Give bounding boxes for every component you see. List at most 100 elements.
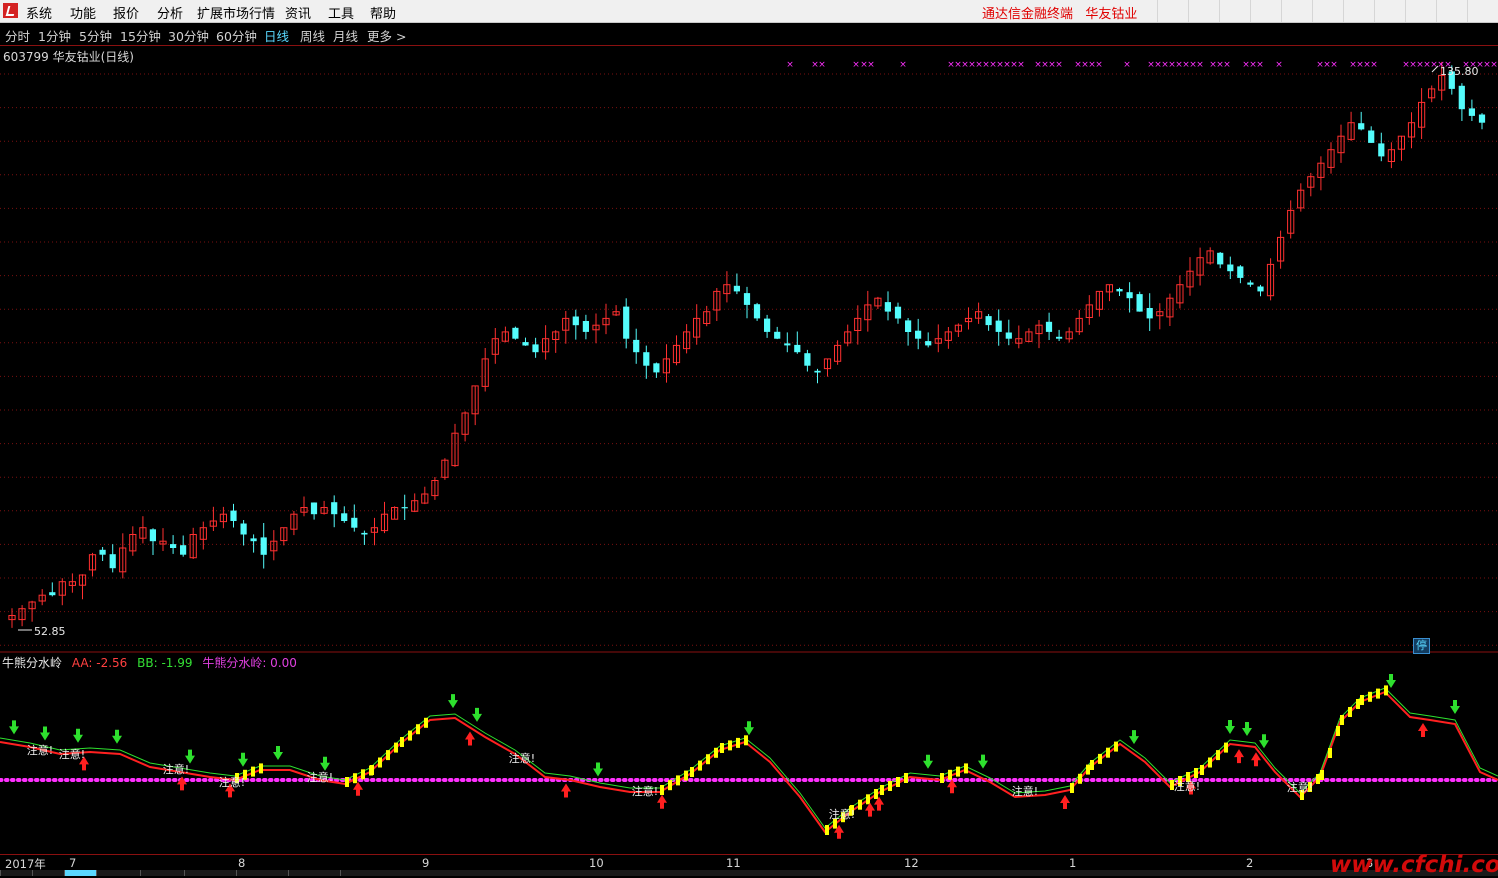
trend-bar	[1090, 760, 1094, 770]
trend-bar	[964, 763, 968, 774]
bottom-tab[interactable]	[340, 870, 373, 876]
signal-cross: ×	[852, 60, 860, 70]
up-arrow-icon	[834, 824, 844, 839]
period-intraday[interactable]: 分时	[5, 26, 30, 45]
control-button[interactable]	[1343, 0, 1374, 22]
menu-help[interactable]: 帮助	[370, 3, 396, 22]
candle-up	[1095, 290, 1104, 310]
control-button[interactable]	[1250, 0, 1281, 22]
trend-bar	[874, 789, 878, 799]
menu-info[interactable]: 资讯	[285, 3, 311, 22]
candle-down	[653, 363, 660, 373]
candle-down	[794, 344, 801, 353]
menu-system[interactable]: 系统	[26, 3, 52, 22]
control-button[interactable]	[1467, 0, 1498, 22]
trend-bar	[400, 737, 404, 747]
candle-down	[623, 306, 630, 339]
indicator-aa-value: AA: -2.56	[71, 656, 128, 670]
candle-up	[934, 338, 942, 344]
candle-up	[78, 574, 87, 586]
menu-extended-market[interactable]: 扩展市场行情	[197, 3, 275, 22]
candle-up	[219, 513, 228, 523]
signal-cross: ×	[1055, 60, 1063, 70]
up-arrow-icon	[561, 783, 571, 798]
period-daily[interactable]: 日线	[264, 26, 289, 45]
down-arrow-icon	[1242, 722, 1252, 737]
period-5min[interactable]: 5分钟	[79, 26, 112, 45]
control-button[interactable]	[1374, 0, 1405, 22]
signal-cross: ×	[1088, 60, 1096, 70]
notice-label: 注意!	[509, 751, 535, 765]
signal-cross: ×	[1363, 60, 1371, 70]
bottom-tab[interactable]	[32, 870, 65, 876]
divider	[0, 45, 1498, 46]
bottom-tab[interactable]	[0, 870, 33, 876]
signal-cross: ×	[1349, 60, 1357, 70]
period-1min[interactable]: 1分钟	[38, 26, 71, 45]
bottom-tab[interactable]	[288, 870, 321, 876]
control-button[interactable]	[1157, 0, 1188, 22]
down-arrow-icon	[1386, 674, 1396, 688]
down-arrow-icon	[238, 752, 248, 767]
trend-bar	[345, 777, 349, 787]
bottom-tab-active[interactable]	[64, 870, 97, 876]
candle-down	[331, 502, 338, 515]
bottom-tab[interactable]	[96, 870, 129, 876]
menu-quote[interactable]: 报价	[113, 3, 139, 22]
candle-up	[662, 358, 670, 374]
menu-analysis[interactable]: 分析	[157, 3, 183, 22]
candle-up	[1085, 304, 1093, 318]
trend-bar	[1186, 772, 1190, 782]
candle-up	[129, 534, 137, 552]
bottom-tab[interactable]	[236, 870, 269, 876]
candle-up	[1428, 88, 1436, 99]
trend-bar	[353, 773, 357, 784]
control-button[interactable]	[1436, 0, 1467, 22]
period-more[interactable]: 更多 >	[367, 26, 406, 45]
bottom-tab[interactable]	[140, 870, 173, 876]
bottom-tab[interactable]	[184, 870, 217, 876]
control-button[interactable]	[1188, 0, 1219, 22]
candle-up	[431, 480, 439, 497]
control-button[interactable]	[1312, 0, 1343, 22]
period-monthly[interactable]: 月线	[333, 26, 358, 45]
signal-cross: ×	[1409, 60, 1417, 70]
up-arrow-icon	[353, 781, 363, 796]
candle-down	[99, 549, 106, 555]
signal-cross: ×	[961, 60, 969, 70]
indicator-name[interactable]: 牛熊分水岭	[2, 656, 62, 670]
candle-down	[1045, 321, 1053, 332]
candle-up	[38, 594, 46, 602]
down-arrow-icon	[9, 720, 19, 735]
trend-bar	[408, 730, 412, 741]
trend-bar	[880, 785, 884, 795]
control-button[interactable]	[1405, 0, 1436, 22]
period-weekly[interactable]: 周线	[300, 26, 325, 45]
signal-cross: ×	[1275, 60, 1283, 70]
candle-down	[250, 538, 257, 542]
period-60min[interactable]: 60分钟	[216, 26, 257, 45]
control-button[interactable]	[1219, 0, 1250, 22]
trend-bar	[1328, 748, 1332, 758]
signal-cross: ×	[818, 60, 826, 70]
chart-title: 603799 华友钴业(日线)	[3, 50, 134, 64]
candlestick-chart[interactable]: × × × × × × × × × × × × × × × × × × × × × × × × × × × × × × × × × × × × × × × ×…	[0, 0, 1498, 876]
window-controls	[1157, 0, 1498, 22]
watermark: www.cfchi.com	[1330, 852, 1498, 878]
menu-tools[interactable]: 工具	[328, 3, 354, 22]
trend-bar	[259, 763, 263, 774]
menu-function[interactable]: 功能	[70, 3, 96, 22]
candle-up	[451, 432, 459, 467]
chevron-right-icon: >	[396, 29, 407, 44]
candle-down	[774, 331, 781, 339]
up-arrow-icon	[79, 756, 89, 771]
candle-down	[341, 513, 348, 521]
signal-cross: ×	[1323, 60, 1331, 70]
period-15min[interactable]: 15分钟	[120, 26, 161, 45]
candle-down	[1378, 143, 1385, 157]
control-button[interactable]	[1281, 0, 1312, 22]
signal-cross: ×	[1123, 60, 1131, 70]
signal-cross: ×	[1402, 60, 1410, 70]
period-30min[interactable]: 30分钟	[168, 26, 209, 45]
candle-down	[743, 293, 751, 305]
